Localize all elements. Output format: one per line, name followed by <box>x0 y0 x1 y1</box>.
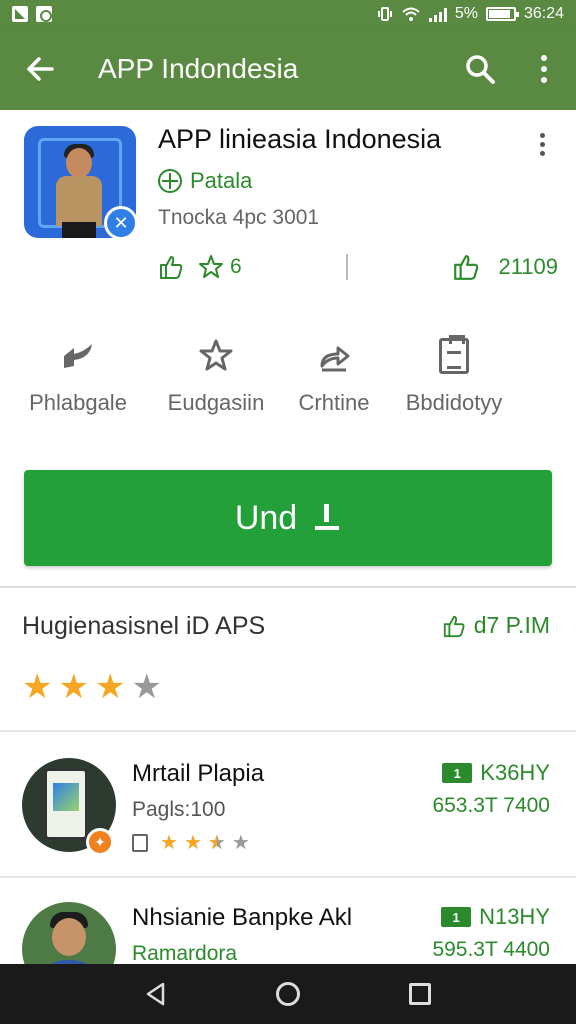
similar-apps-section: Hugienasisnel iD APS d7 P.IM ★ ★ ★ ★ <box>0 596 576 730</box>
more-vert-icon <box>541 55 547 83</box>
battery-icon <box>485 7 519 21</box>
clipboard-icon <box>439 335 469 374</box>
list-item-price: N13HY <box>479 904 550 929</box>
list-item-size: 653.3T 7400 <box>432 794 550 817</box>
globe-icon <box>158 169 182 193</box>
search-button[interactable] <box>448 28 512 110</box>
signal-icon <box>428 6 447 22</box>
list-item[interactable]: ✦ Mrtail Plapia Pagls:100 ★ ★ ★★ ★ 1 K36… <box>0 736 576 872</box>
nav-home-button[interactable] <box>258 964 318 1024</box>
downloads-stat: 21109 <box>452 253 558 281</box>
wifi-icon <box>402 7 420 21</box>
notification-icon <box>12 6 28 22</box>
app-meta: Tnocka 4pc 3001 <box>158 206 320 229</box>
action-rate-label: Eudgasiin <box>167 390 265 415</box>
price-tag-icon: 1 <box>442 763 473 783</box>
system-nav-bar <box>0 964 576 1024</box>
reply-arrow-icon <box>320 346 350 372</box>
triangle-back-icon <box>146 982 165 1006</box>
vibrate-icon <box>377 7 392 21</box>
section-divider <box>0 586 576 588</box>
install-label: Und <box>234 498 298 537</box>
status-bar: 5% 36:24 <box>0 0 576 28</box>
developer-link[interactable]: Patala <box>158 168 252 194</box>
nav-back-button[interactable] <box>126 964 186 1024</box>
clock: 36:24 <box>523 5 564 22</box>
price-tag-icon: 1 <box>441 907 472 927</box>
list-divider <box>0 730 576 732</box>
action-forward-label: Crhtine <box>298 390 370 415</box>
star-full-icon: ★ <box>22 668 53 706</box>
notification-icon <box>36 6 52 22</box>
stat-divider <box>345 254 348 280</box>
section-link-label: d7 P.IM <box>473 612 550 638</box>
star-full-icon: ★ <box>183 832 202 854</box>
star-empty-icon: ★ <box>131 668 162 706</box>
arrow-back-icon <box>27 57 54 81</box>
star-outline-icon <box>199 255 223 278</box>
search-icon <box>466 55 495 84</box>
star-full-icon: ★ <box>94 668 126 706</box>
status-system: 5% 36:24 <box>377 5 564 23</box>
circle-home-icon <box>276 982 300 1006</box>
app-toolbar: APP Indondesia <box>0 28 576 110</box>
action-clipboard[interactable]: Bbdidotyy <box>384 335 524 416</box>
action-forward[interactable]: Crhtine <box>264 338 404 416</box>
install-button[interactable]: Und <box>24 470 552 566</box>
square-recents-icon <box>409 983 431 1005</box>
app-title: APP linieasia Indonesia <box>158 124 442 154</box>
verified-badge-icon: ✕ <box>104 206 138 240</box>
like-stat <box>158 254 184 280</box>
download-icon <box>313 504 341 532</box>
star-full-icon: ★ <box>58 668 89 706</box>
list-item-size: 595.3T 4400 <box>432 938 550 961</box>
list-item-title: Mrtail Plapia <box>132 760 265 787</box>
section-title: Hugienasisnel iD APS <box>22 612 266 640</box>
action-share[interactable]: Phlabgale <box>8 338 148 416</box>
nav-recents-button[interactable] <box>390 964 450 1024</box>
list-item-meta: 1 N13HY 595.3T 4400 <box>432 904 550 962</box>
clipboard-icon <box>132 833 148 852</box>
section-rating: ★ ★ ★ ★ <box>22 670 162 704</box>
star-empty-icon: ★ <box>231 832 250 854</box>
status-notifications <box>12 6 52 22</box>
rating-stat: 6 <box>198 254 242 280</box>
action-clipboard-label: Bbdidotyy <box>405 390 503 415</box>
list-item-rating: ★ ★ ★★ ★ <box>132 830 250 855</box>
thumbs-up-icon <box>443 615 465 637</box>
overflow-menu-button[interactable] <box>512 28 576 110</box>
list-divider <box>0 876 576 878</box>
award-badge-icon: ✦ <box>86 828 114 856</box>
app-stats: 6 21109 <box>158 250 558 284</box>
list-item-price: K36HY <box>480 760 550 785</box>
star-half-icon: ★★ <box>207 832 226 854</box>
list-item-subtitle: Ramardora <box>132 942 238 965</box>
thumbs-up-icon <box>160 256 183 279</box>
developer-name: Patala <box>190 168 253 193</box>
back-button[interactable] <box>0 28 80 110</box>
list-item-subtitle: Pagls:100 <box>132 798 226 821</box>
battery-percent: 5% <box>454 5 478 22</box>
list-item-meta: 1 K36HY 653.3T 7400 <box>432 760 550 818</box>
share-arrows-icon <box>64 344 92 368</box>
section-more-link[interactable]: d7 P.IM <box>442 612 550 639</box>
star-full-icon: ★ <box>160 832 178 854</box>
downloads-value: 21109 <box>498 254 558 279</box>
rating-stat-value: 6 <box>230 255 242 278</box>
app-more-button[interactable] <box>526 126 558 162</box>
list-item-title: Nhsianie Banpke Akl <box>132 904 353 931</box>
thumbs-up-icon <box>454 255 479 280</box>
action-share-label: Phlabgale <box>29 390 127 415</box>
action-row: Phlabgale Eudgasiin Crhtine Bbdidotyy <box>0 335 576 438</box>
toolbar-title: APP Indondesia <box>98 53 299 84</box>
star-icon <box>199 339 233 371</box>
